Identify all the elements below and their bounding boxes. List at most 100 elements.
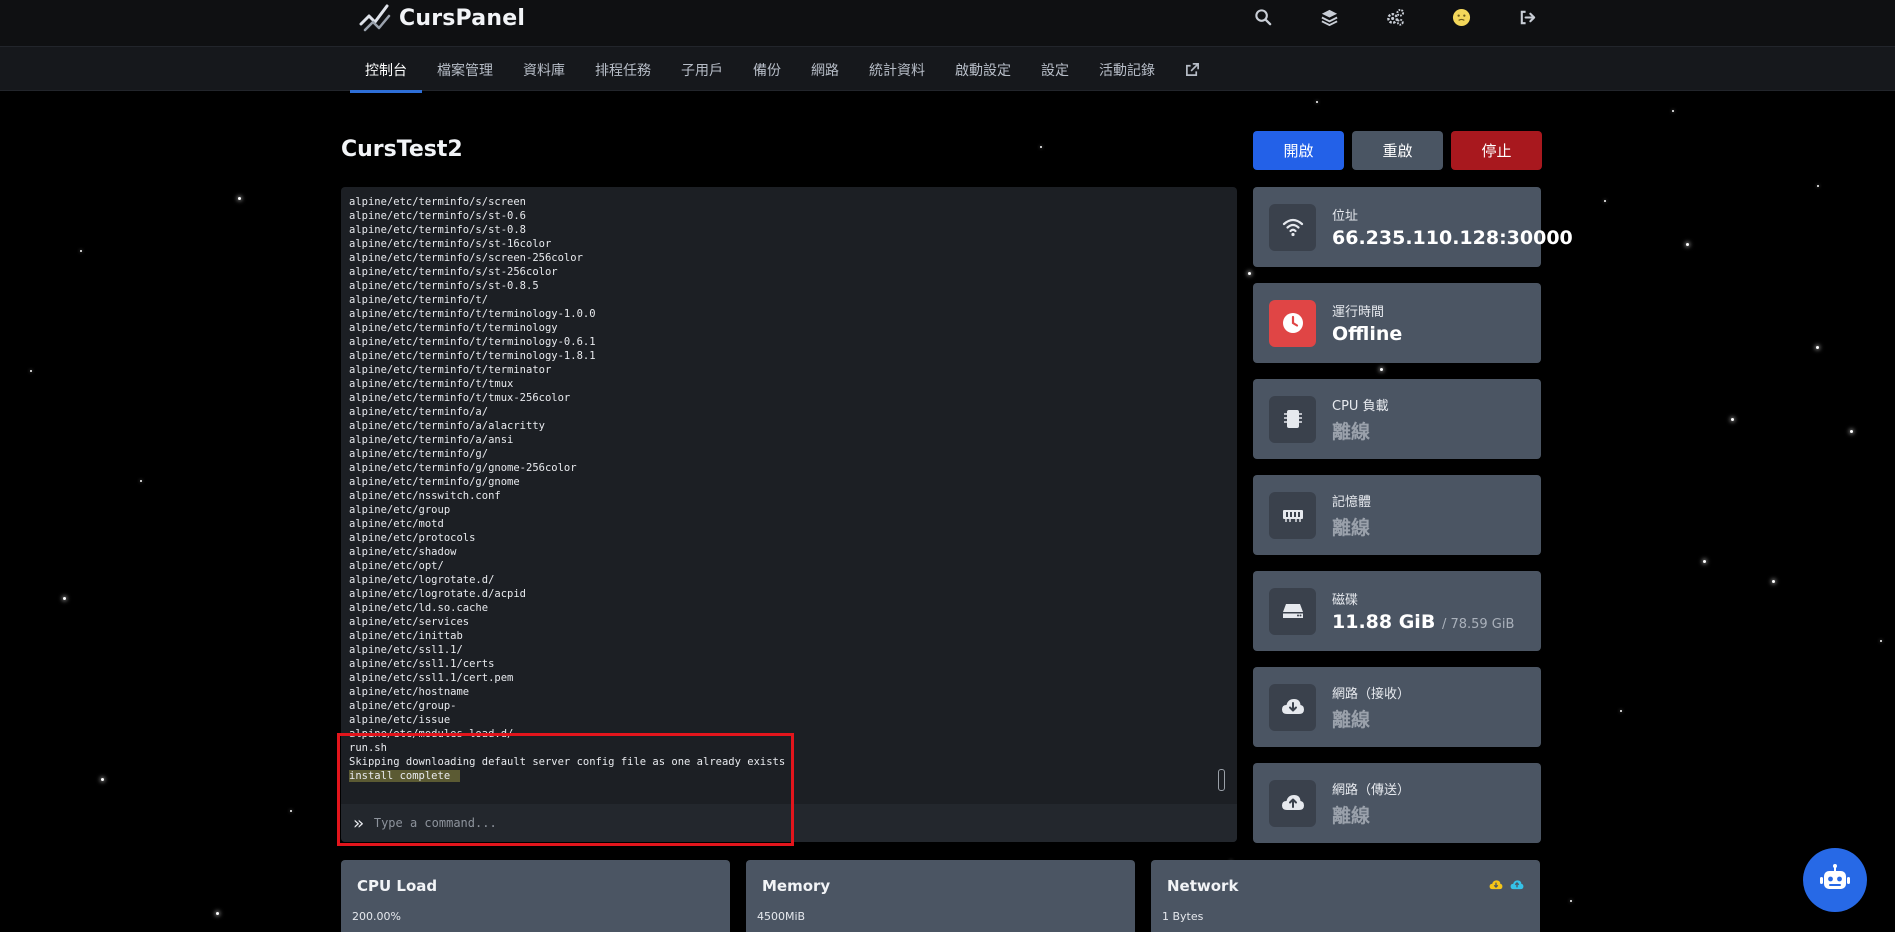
console-line-text: alpine/etc/ld.so.cache [349, 602, 489, 614]
console-line: alpine/etc/issue [349, 713, 1219, 727]
stat-disk-value-row: 11.88 GiB / 78.59 GiB [1332, 611, 1514, 633]
console-line: alpine/etc/terminfo/g/gnome-256color [349, 461, 1219, 475]
stat-network-in-icon-wrap [1269, 683, 1316, 731]
tab-activity[interactable]: 活動記錄 [1084, 47, 1170, 92]
avatar-icon [1452, 8, 1470, 26]
console-line: alpine/etc/motd [349, 517, 1219, 531]
console-line-text: alpine/etc/services [349, 616, 470, 628]
stat-disk-icon-wrap [1269, 587, 1316, 635]
usage-charts: CPU Load 200.00% Memory 4500MiB Network … [341, 860, 1540, 932]
tab-file-manager[interactable]: 檔案管理 [422, 47, 508, 92]
console-line: alpine/etc/terminfo/s/st-16color [349, 237, 1219, 251]
stat-memory-value: 離線 [1332, 516, 1371, 539]
console-line: install complete [349, 769, 1219, 783]
tab-databases[interactable]: 資料庫 [508, 47, 580, 92]
console-line-text: alpine/etc/nsswitch.conf [349, 490, 501, 502]
top-header: CursPanel [0, 0, 1895, 46]
stat-disk-text: 磁碟 11.88 GiB / 78.59 GiB [1332, 589, 1514, 633]
command-input[interactable] [373, 816, 1174, 830]
chart-network-title: Network [1167, 877, 1239, 895]
stat-uptime-icon-wrap [1269, 299, 1316, 347]
console-line: alpine/etc/shadow [349, 545, 1219, 559]
chart-memory-title: Memory [762, 877, 831, 895]
logout-button[interactable] [1494, 6, 1560, 28]
tab-startup[interactable]: 啟動設定 [940, 47, 1026, 92]
console-line: alpine/etc/ssl1.1/certs [349, 657, 1219, 671]
sign-out-icon [1520, 10, 1535, 24]
memory-icon [1282, 510, 1303, 522]
console-line-text: alpine/etc/issue [349, 714, 451, 726]
server-stats: 位址 66.235.110.128:30000 運行時間 Offline CPU… [1253, 187, 1573, 859]
console-line-text: alpine/etc/protocols [349, 532, 476, 544]
support-chatbot-button[interactable] [1803, 848, 1867, 912]
tab-subusers[interactable]: 子用戶 [666, 47, 738, 92]
tab-console[interactable]: 控制台 [350, 47, 422, 93]
cloud-download-legend-icon [1489, 880, 1503, 890]
tab-backups[interactable]: 備份 [738, 47, 796, 92]
console-line-text: alpine/etc/terminfo/a/ansi [349, 434, 514, 446]
console-line-text: alpine/etc/terminfo/g/gnome-256color [349, 462, 577, 474]
user-avatar-button[interactable] [1428, 6, 1494, 28]
stat-uptime-value: Offline [1332, 323, 1403, 345]
console-line: alpine/etc/nsswitch.conf [349, 489, 1219, 503]
stat-disk-value: 11.88 GiB [1332, 611, 1436, 633]
tab-schedules[interactable]: 排程任務 [580, 47, 666, 92]
console-line-text: alpine/etc/terminfo/s/st-0.6 [349, 210, 527, 222]
console-line: alpine/etc/ld.so.cache [349, 601, 1219, 615]
logo-icon [359, 4, 391, 32]
external-link-icon [1186, 63, 1199, 76]
console-line-text: alpine/etc/ssl1.1/ [349, 644, 463, 656]
tab-settings[interactable]: 設定 [1026, 47, 1084, 92]
stop-button[interactable]: 停止 [1451, 131, 1542, 170]
console-line: alpine/etc/logrotate.d/ [349, 573, 1219, 587]
console-terminal[interactable]: alpine/etc/terminfo/s/screen alpine/etc/t… [341, 187, 1237, 842]
stat-address: 位址 66.235.110.128:30000 [1253, 187, 1573, 267]
console-line: alpine/etc/terminfo/t/ [349, 293, 1219, 307]
start-button[interactable]: 開啟 [1253, 131, 1344, 170]
stat-network-out-icon-wrap [1269, 779, 1316, 827]
search-button[interactable] [1230, 6, 1296, 28]
tab-external-link[interactable] [1170, 47, 1215, 92]
stat-address-value[interactable]: 66.235.110.128:30000 [1332, 227, 1573, 249]
console-line-text: alpine/etc/terminfo/t/terminology [349, 322, 558, 334]
console-line: alpine/etc/terminfo/s/st-0.6 [349, 209, 1219, 223]
console-line: alpine/etc/terminfo/s/screen [349, 195, 1219, 209]
tab-network[interactable]: 網路 [796, 47, 854, 92]
console-line-text: alpine/etc/terminfo/t/tmux-256color [349, 392, 571, 404]
stat-cpu-value: 離線 [1332, 420, 1371, 443]
tab-statistics[interactable]: 統計資料 [854, 47, 940, 92]
console-line-text: alpine/etc/terminfo/s/st-0.8.5 [349, 280, 539, 292]
console-line: alpine/etc/ssl1.1/cert.pem [349, 671, 1219, 685]
stat-address-label: 位址 [1332, 209, 1359, 224]
stat-disk: 磁碟 11.88 GiB / 78.59 GiB [1253, 571, 1541, 651]
console-line: alpine/etc/modules-load.d/ [349, 727, 1219, 741]
console-line: alpine/etc/protocols [349, 531, 1219, 545]
console-scrollbar[interactable] [1218, 769, 1225, 791]
restart-button[interactable]: 重啟 [1352, 131, 1443, 170]
console-line-text: alpine/etc/ssl1.1/cert.pem [349, 672, 514, 684]
cloud-upload-legend-icon [1510, 880, 1524, 890]
console-line-text: alpine/etc/opt/ [349, 560, 444, 572]
stat-memory: 記憶體 離線 [1253, 475, 1541, 555]
servers-button[interactable] [1296, 6, 1362, 28]
stat-uptime-label: 運行時間 [1332, 305, 1385, 320]
chart-memory: Memory 4500MiB [746, 860, 1135, 932]
console-line: alpine/etc/terminfo/s/st-256color [349, 265, 1219, 279]
console-line-text: alpine/etc/hostname [349, 686, 470, 698]
console-line: alpine/etc/services [349, 615, 1219, 629]
server-name: CursTest2 [341, 137, 463, 162]
cloud-upload-icon [1281, 795, 1304, 810]
console-line: alpine/etc/group [349, 503, 1219, 517]
console-line-text: alpine/etc/inittab [349, 630, 463, 642]
chart-memory-axis-max: 4500MiB [757, 910, 806, 923]
stat-cpu: CPU 負載 離線 [1253, 379, 1541, 459]
console-line-text: alpine/etc/terminfo/s/st-0.8 [349, 224, 527, 236]
console-line: alpine/etc/terminfo/t/terminator [349, 363, 1219, 377]
console-line: alpine/etc/terminfo/s/st-0.8.5 [349, 279, 1219, 293]
console-line: alpine/etc/opt/ [349, 559, 1219, 573]
stat-disk-label: 磁碟 [1332, 593, 1359, 608]
brand[interactable]: CursPanel [355, 2, 525, 34]
stat-address-text: 位址 66.235.110.128:30000 [1332, 205, 1573, 249]
stat-memory-label: 記憶體 [1332, 494, 1372, 510]
admin-settings-button[interactable] [1362, 6, 1428, 28]
